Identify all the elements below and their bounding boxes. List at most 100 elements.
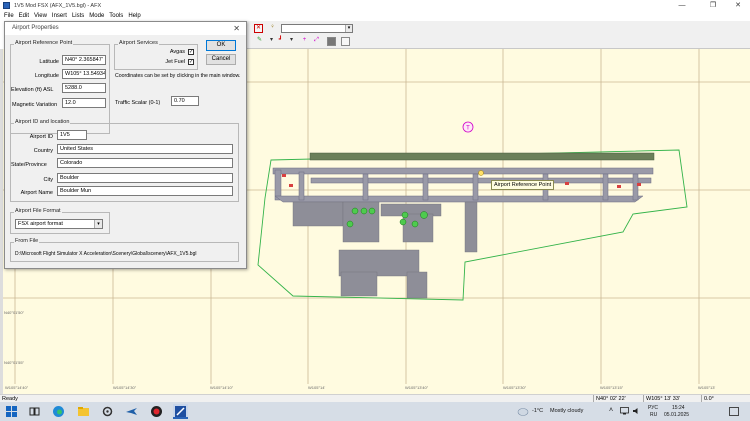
menu-help[interactable]: Help [128,13,140,19]
lon-tick: W105°14'10" [210,385,234,390]
longitude-field[interactable]: W105° 13.54934 [62,69,106,79]
key-icon[interactable]: ♀ [268,24,277,33]
menu-insert[interactable]: Insert [52,13,67,19]
latitude-label: Latitude [39,59,59,65]
dropdown-arrow-icon[interactable]: ▾ [287,37,296,46]
start-icon[interactable] [5,405,18,418]
chevron-down-icon: ▾ [94,220,102,228]
aprons[interactable] [292,201,478,299]
file-format-group-label: Airport File Format [14,208,62,214]
state-field[interactable]: Colorado [57,158,233,168]
menu-mode[interactable]: Mode [89,13,104,19]
magvar-field[interactable]: 12.0 [62,98,106,108]
dropdown-arrow-icon[interactable]: ▾ [267,37,276,46]
avgas-checkbox[interactable]: ✓ [188,49,194,55]
menu-lists[interactable]: Lists [72,13,84,19]
line-tool-icon[interactable]: ⤢ [312,37,321,46]
dialog-close-icon[interactable]: ✕ [233,24,240,33]
lon-tick: W105°13'40" [405,385,429,390]
airport-id-label: Airport ID [29,134,53,140]
draw-icon[interactable]: ✎ [255,37,264,46]
dialog-title-bar: Airport Properties ✕ [5,22,246,35]
cancel-button[interactable]: Cancel [206,54,236,65]
menu-view[interactable]: View [34,13,47,19]
tower-symbol: T [466,126,470,132]
settings-icon[interactable] [101,405,114,418]
magvar-label: Magnetic Variation [12,102,58,108]
ok-button[interactable]: OK [206,40,236,51]
lon-tick: W105°13'30" [503,385,527,390]
volume-icon[interactable] [632,407,641,415]
delete-icon[interactable]: ✕ [254,24,263,33]
runway[interactable] [309,152,655,161]
task-view-icon[interactable] [28,405,41,418]
lat-tick: N40°01'50" [4,310,25,315]
file-format-value: FSX airport format [18,221,63,227]
from-file-group-label: From File [14,238,40,244]
airport-name-field[interactable]: Boulder Mun [57,186,233,196]
menu-bar: File Edit View Insert Lists Mode Tools H… [0,11,750,21]
lon-tick: W105°13' [698,385,715,390]
taskbar: -1°C Mostly cloudy ˄ РУС RU 15:24 05.01.… [0,402,750,421]
taxiways[interactable] [272,167,654,203]
jetfuel-checkbox[interactable]: ✓ [188,59,194,65]
close-button[interactable]: ✕ [726,0,750,11]
airport-id-field[interactable]: 1V5 [57,130,87,140]
edge-browser-icon[interactable] [52,405,65,418]
lon-tick: W105°14'40" [5,385,29,390]
menu-edit[interactable]: Edit [19,13,29,19]
language-top[interactable]: РУС [648,405,658,411]
record-icon[interactable] [150,405,163,418]
latitude-field[interactable]: N40° 2.365847' [62,55,106,65]
clock-time[interactable]: 15:24 [672,405,685,411]
elevation-label: Elevation (ft) ASL [11,87,54,93]
afx-taskbar-button[interactable] [173,404,188,419]
app-icon [3,2,10,9]
menu-file[interactable]: File [4,13,14,19]
select-tool-icon[interactable] [341,37,350,46]
from-file-path: D:\Microsoft Flight Simulator X Accelera… [15,251,197,257]
toolbar-combo[interactable]: ▾ [281,24,353,33]
file-explorer-icon[interactable] [77,405,90,418]
weather-temperature[interactable]: -1°C [532,408,543,414]
minimize-button[interactable]: — [670,0,694,11]
toolbar: ✕ ♀ ▾ ✎ ▾ ┛ ▾ + ⤢ [245,21,750,49]
fill-tool-icon[interactable] [327,37,336,46]
jetfuel-label: Jet Fuel [165,59,185,65]
flight-sim-icon[interactable] [125,405,138,418]
country-label: Country [33,148,53,154]
avgas-label: Avgas [169,49,185,55]
arp-marker[interactable] [478,170,484,176]
tray-chevron-icon[interactable]: ˄ [609,407,613,414]
services-group-label: Airport Services [118,40,159,46]
traffic-scalar-label: Traffic Scalar (0-1) [115,100,161,106]
lat-tick: N40°01'55" [4,360,25,365]
title-bar: 1V5 Mod FSX (AFX_1V5.bgl) - AFX — ❐ ✕ [0,0,750,11]
language-bottom[interactable]: RU [650,412,657,418]
country-field[interactable]: United States [57,144,233,154]
lon-tick: W105°14' [308,385,325,390]
runway-tool-icon[interactable]: ┛ [276,37,285,46]
arp-group-label: Airport Reference Point [14,40,74,46]
elevation-field[interactable]: 5288.0 [62,83,106,93]
city-field[interactable]: Boulder [57,173,233,183]
city-label: City [43,177,53,183]
file-format-select[interactable]: FSX airport format ▾ [15,219,103,229]
notifications-icon[interactable] [729,407,739,416]
airport-properties-dialog: Airport Properties ✕ Airport Reference P… [4,21,247,269]
longitude-label: Longitude [34,73,59,79]
traffic-scalar-field[interactable]: 0.70 [171,96,199,106]
weather-condition[interactable]: Mostly cloudy [550,408,583,414]
menu-tools[interactable]: Tools [109,13,123,19]
dialog-title: Airport Properties [12,25,59,31]
network-icon[interactable] [620,407,629,415]
cloud-icon [517,408,529,416]
id-location-group-label: Airport ID and location [14,119,71,125]
maximize-button[interactable]: ❐ [701,0,725,11]
add-point-icon[interactable]: + [300,37,309,46]
lon-tick: W105°14'30" [113,385,137,390]
afx-app-icon [175,406,186,417]
window-title: 1V5 Mod FSX (AFX_1V5.bgl) - AFX [14,2,102,9]
coordinates-hint: Coordinates can be set by clicking in th… [115,73,241,79]
clock-date[interactable]: 05.01.2025 [664,412,689,418]
